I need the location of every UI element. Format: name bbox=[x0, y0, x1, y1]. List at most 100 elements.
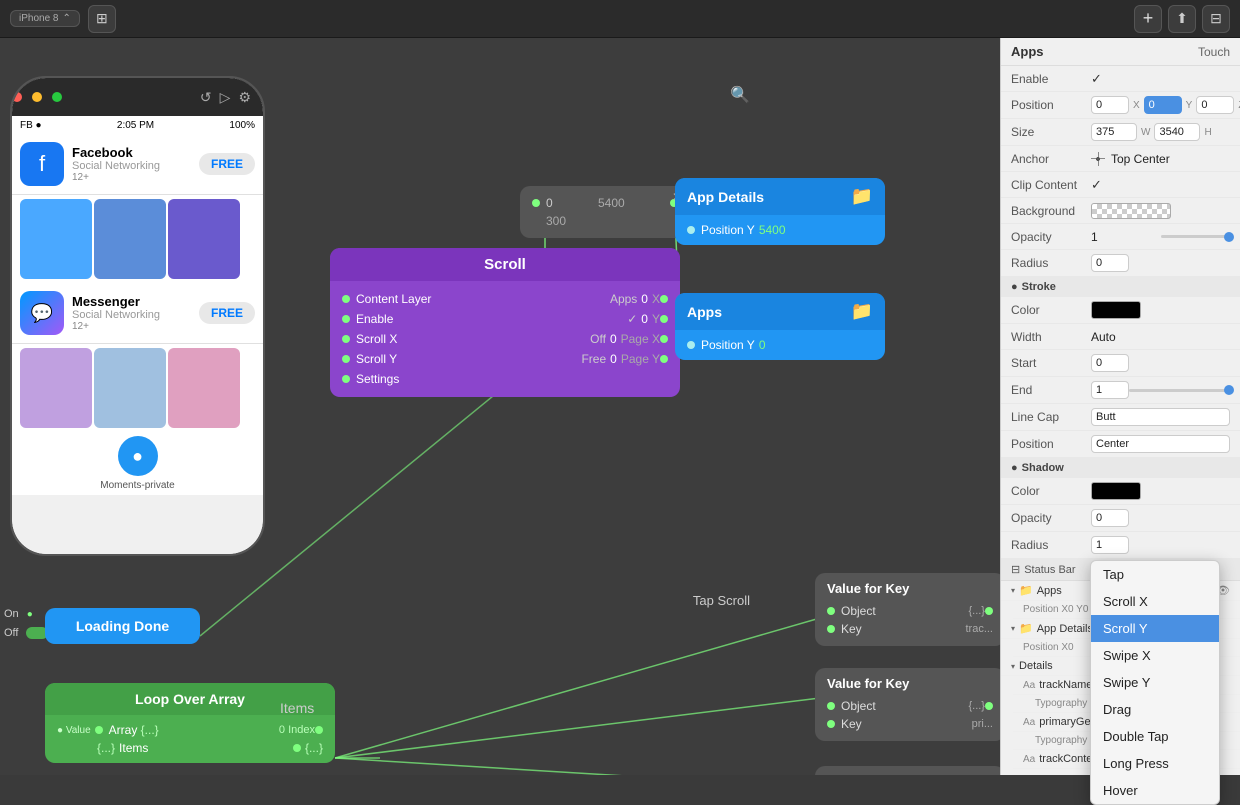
loop-val-1: 0 Index bbox=[279, 724, 315, 736]
connector-node: ✕ 0 5400 300 bbox=[520, 186, 690, 238]
video-icon: ▷ bbox=[220, 89, 231, 106]
apps-node-header: Apps 📁 bbox=[675, 293, 885, 330]
fb-thumb-3 bbox=[168, 199, 240, 279]
app-details-pos-label: Position Y bbox=[701, 223, 755, 237]
moments-label: Moments-private bbox=[16, 480, 259, 491]
scroll-label-4: Scroll Y bbox=[356, 352, 577, 366]
conn-dot-1 bbox=[532, 199, 540, 207]
messenger-free-btn[interactable]: FREE bbox=[199, 302, 255, 324]
layer-app-details-pos-text: Position X0 bbox=[1023, 642, 1074, 653]
scroll-node-body: Content Layer Apps 0 X Enable ✓ 0 Y Scro… bbox=[330, 281, 680, 397]
items-label: Items bbox=[280, 700, 314, 716]
dropdown-long-press[interactable]: Long Press bbox=[1091, 750, 1219, 777]
opacity-slider[interactable] bbox=[1161, 235, 1231, 238]
dropdown-swipe-y[interactable]: Swipe Y bbox=[1091, 669, 1219, 696]
facebook-free-btn[interactable]: FREE bbox=[199, 153, 255, 175]
vfk-1-key-value: trac... bbox=[965, 623, 993, 635]
pos-y-input[interactable] bbox=[1144, 96, 1182, 114]
pos-z-input[interactable] bbox=[1196, 96, 1234, 114]
opacity-label: Opacity bbox=[1011, 230, 1091, 244]
dropdown-scroll-x[interactable]: Scroll X bbox=[1091, 588, 1219, 615]
loop-dot-right-1 bbox=[315, 726, 323, 734]
clip-label: Clip Content bbox=[1011, 178, 1091, 192]
device-selector[interactable]: iPhone 8 ⌃ bbox=[10, 10, 80, 27]
scroll-key-2: Y bbox=[652, 312, 660, 326]
scroll-label-5: Settings bbox=[356, 372, 668, 386]
dropdown-swipe-x[interactable]: Swipe X bbox=[1091, 642, 1219, 669]
app-details-body: Position Y 5400 bbox=[675, 215, 885, 245]
shadow-color-swatch[interactable] bbox=[1091, 482, 1141, 500]
layer-apps-icon: 📁 bbox=[1019, 584, 1033, 597]
messenger-info: Messenger Social Networking 12+ bbox=[72, 294, 199, 332]
loop-row-1: ● Value Array {...} 0 Index bbox=[57, 721, 323, 739]
stroke-color-swatch[interactable] bbox=[1091, 301, 1141, 319]
scroll-node: 📁 Scroll Content Layer Apps 0 X Enable ✓… bbox=[330, 248, 680, 397]
search-button[interactable]: 🔍 bbox=[730, 85, 750, 105]
dropdown-hover[interactable]: Hover bbox=[1091, 777, 1219, 804]
shadow-opacity-input[interactable] bbox=[1091, 509, 1129, 527]
close-dot bbox=[12, 92, 22, 102]
share-button[interactable]: ⬆ bbox=[1168, 5, 1196, 33]
status-bar: FB ● 2:05 PM 100% bbox=[12, 116, 263, 134]
stroke-color-label: Color bbox=[1011, 303, 1091, 317]
app-details-node: App Details 📁 Position Y 5400 bbox=[675, 178, 885, 245]
size-coords: W H bbox=[1091, 123, 1212, 141]
panel-toggle-button[interactable]: ⊟ bbox=[1202, 5, 1230, 33]
scroll-key-1: X bbox=[652, 292, 660, 306]
scroll-row-content-layer: Content Layer Apps 0 X bbox=[342, 289, 668, 309]
radius-label: Radius bbox=[1011, 256, 1091, 270]
stroke-section-header: ● Stroke bbox=[1001, 277, 1240, 297]
apps-row: Position Y 0 bbox=[687, 336, 873, 354]
apps-node-title: Apps bbox=[687, 304, 722, 320]
layer-aa-1: Aa bbox=[1023, 680, 1035, 691]
vfk-2-key-dot bbox=[827, 720, 835, 728]
dropdown-tap[interactable]: Tap bbox=[1091, 561, 1219, 588]
size-w-input[interactable] bbox=[1091, 123, 1137, 141]
panel-touch-label: Touch bbox=[1198, 45, 1230, 59]
facebook-images bbox=[12, 195, 263, 283]
shadow-label: Shadow bbox=[1022, 462, 1064, 474]
msg-thumb-3 bbox=[168, 348, 240, 428]
dropdown-double-tap[interactable]: Double Tap bbox=[1091, 723, 1219, 750]
vfk-1-key-row: Key trac... bbox=[827, 620, 993, 638]
loop-dot-right-2 bbox=[293, 744, 301, 752]
size-h-input[interactable] bbox=[1154, 123, 1200, 141]
shadow-radius-input[interactable] bbox=[1091, 536, 1129, 554]
facebook-item: f Facebook Social Networking 12+ FREE bbox=[12, 134, 263, 195]
stroke-end-row: End bbox=[1001, 377, 1240, 404]
scroll-dot-right-3 bbox=[660, 335, 668, 343]
layer-app-details-triangle: ▾ bbox=[1011, 624, 1015, 633]
dropdown-scroll-y[interactable]: Scroll Y bbox=[1091, 615, 1219, 642]
loop-items-right: {...} bbox=[305, 741, 323, 755]
stroke-end-thumb bbox=[1224, 385, 1234, 395]
stroke-end-input[interactable] bbox=[1091, 381, 1129, 399]
radius-input[interactable] bbox=[1091, 254, 1129, 272]
stroke-label: Stroke bbox=[1022, 281, 1056, 293]
vfk-2-obj-dot-right bbox=[985, 702, 993, 710]
size-w-label: W bbox=[1141, 127, 1150, 138]
value-for-key-3: Value for Key Object {...} bbox=[815, 766, 1000, 775]
app-details-pos-value: 5400 bbox=[759, 223, 786, 237]
vfk-2-obj-dot bbox=[827, 702, 835, 710]
pos-x-input[interactable] bbox=[1091, 96, 1129, 114]
dropdown-drag[interactable]: Drag bbox=[1091, 696, 1219, 723]
stroke-start-input[interactable] bbox=[1091, 354, 1129, 372]
app-details-header: App Details 📁 bbox=[675, 178, 885, 215]
stroke-linecap-select[interactable]: ButtRoundSquare bbox=[1091, 408, 1230, 426]
status-bar-icon: ⊟ bbox=[1011, 563, 1020, 576]
background-swatch[interactable] bbox=[1091, 203, 1171, 219]
moments-icon: ● bbox=[118, 436, 158, 476]
scroll-row-scroll-x: Scroll X Off 0 Page X bbox=[342, 329, 668, 349]
panel-clip-row: Clip Content ✓ bbox=[1001, 172, 1240, 198]
add-button[interactable]: + bbox=[1134, 5, 1162, 33]
connector-row-1: 0 5400 bbox=[532, 194, 678, 212]
panel-enable-row: Enable ✓ bbox=[1001, 66, 1240, 92]
loop-body: ● Value Array {...} 0 Index {...} Items … bbox=[45, 715, 335, 763]
stroke-end-slider[interactable] bbox=[1129, 389, 1230, 392]
layout-toggle-btn[interactable]: ⊞ bbox=[88, 5, 116, 33]
facebook-category: Social Networking bbox=[72, 160, 199, 172]
anchor-diagram bbox=[1091, 152, 1105, 166]
anchor-content: Top Center bbox=[1091, 152, 1230, 166]
stroke-position-select[interactable]: CenterInsideOutside bbox=[1091, 435, 1230, 453]
opacity-thumb bbox=[1224, 232, 1234, 242]
